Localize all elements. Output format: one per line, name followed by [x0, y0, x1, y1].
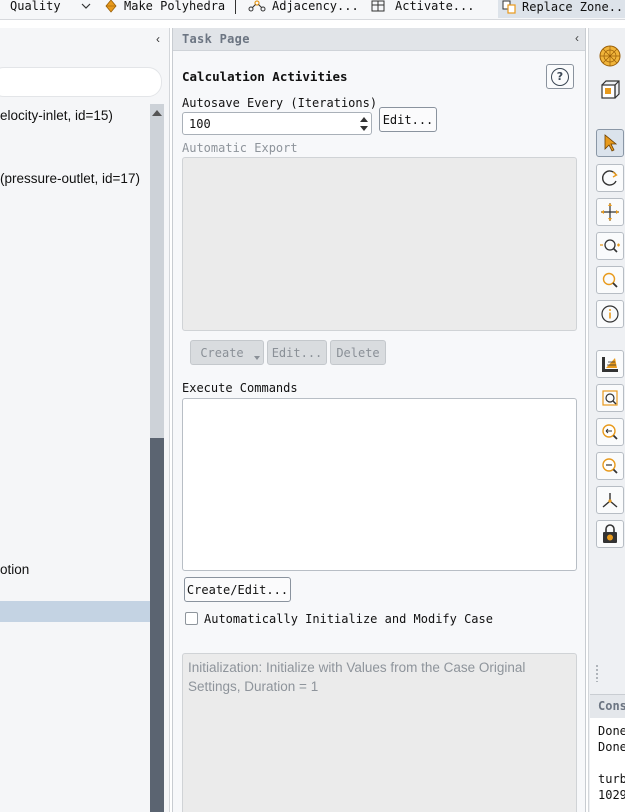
tree-item-pressure-outlet[interactable]: (pressure-outlet, id=17)	[0, 171, 140, 186]
create-label: Create	[200, 345, 244, 360]
zoom-box-icon[interactable]	[596, 384, 624, 412]
scrollbar-thumb[interactable]	[150, 438, 164, 812]
console-line: turb	[598, 772, 625, 786]
autosave-value: 100	[189, 117, 211, 131]
console-line: Done.	[598, 724, 625, 738]
axes-icon[interactable]	[596, 486, 624, 514]
scroll-up-icon[interactable]	[152, 110, 162, 116]
tree-selected-row[interactable]	[0, 601, 150, 622]
autosave-label: Autosave Every (Iterations)	[182, 96, 378, 110]
help-icon: ?	[551, 67, 569, 86]
dropdown-arrow-icon	[254, 356, 260, 360]
help-button[interactable]: ?	[546, 64, 574, 89]
console-output[interactable]: Done. Done. turb 1029	[590, 718, 625, 812]
activate-label: Activate...	[395, 0, 475, 13]
toolbar-separator	[235, 0, 236, 14]
tree-item-motion[interactable]: otion	[0, 562, 29, 577]
quality-dropdown[interactable]: Quality	[10, 0, 91, 16]
lock-icon[interactable]	[596, 520, 624, 548]
top-toolbar: Quality Make Polyhedra Adjacency... Acti…	[0, 0, 625, 20]
info-icon[interactable]	[596, 300, 624, 328]
task-page-header: Task Page ‹	[173, 28, 585, 51]
auto-initialize-checkbox[interactable]	[185, 612, 198, 625]
mesh-sphere-icon[interactable]	[596, 42, 624, 70]
view-box-icon[interactable]	[596, 76, 624, 104]
chevron-down-icon	[81, 3, 91, 9]
auto-initialize-label[interactable]: Automatically Initialize and Modify Case	[204, 612, 493, 626]
make-polyhedra-button[interactable]: Make Polyhedra	[104, 0, 225, 16]
create-edit-commands-button[interactable]: Create/Edit...	[184, 577, 291, 602]
task-page-title: Task Page	[182, 32, 250, 46]
tree-scrollbar[interactable]	[150, 104, 164, 812]
console-line: Done.	[598, 740, 625, 754]
replace-zone-button[interactable]: Replace Zone...	[498, 0, 625, 18]
zoom-prev-icon[interactable]	[596, 418, 624, 446]
autosave-iterations-input[interactable]: 100	[182, 112, 372, 135]
quality-label: Quality	[10, 0, 61, 13]
replace-zone-icon	[502, 0, 516, 14]
create-export-button[interactable]: Create	[190, 340, 264, 365]
automatic-export-list[interactable]	[182, 157, 577, 331]
select-pointer-icon[interactable]	[596, 129, 624, 157]
console-title: Console	[598, 699, 625, 713]
outline-tree-pane	[0, 28, 170, 812]
zoom-out-icon[interactable]	[596, 452, 624, 480]
tree-filter-input[interactable]	[0, 67, 162, 97]
initialization-summary-text: Initialization: Initialize with Values f…	[188, 660, 526, 694]
execute-commands-label: Execute Commands	[182, 381, 298, 395]
spin-up-icon[interactable]	[360, 117, 368, 122]
console-header: Console	[590, 694, 625, 718]
execute-commands-list[interactable]	[182, 398, 577, 571]
edit-export-button[interactable]: Edit...	[267, 340, 327, 365]
section-title: Calculation Activities	[182, 69, 348, 84]
grid-table-icon	[371, 0, 385, 12]
zoom-icon[interactable]	[596, 266, 624, 294]
collapse-left-pane-icon[interactable]: ‹	[156, 32, 160, 46]
adjacency-label: Adjacency...	[272, 0, 359, 13]
adjacency-button[interactable]: Adjacency...	[248, 0, 359, 16]
replace-zone-label: Replace Zone...	[522, 0, 625, 14]
collapse-task-page-icon[interactable]: ‹	[575, 31, 579, 45]
console-line: 1029	[598, 788, 625, 802]
adjacency-icon	[248, 0, 266, 12]
rotate-icon[interactable]	[596, 164, 624, 192]
delete-export-button[interactable]: Delete	[330, 340, 386, 365]
render-icon[interactable]	[596, 350, 624, 378]
drag-grip-icon[interactable]	[595, 664, 599, 682]
tree-item-velocity-inlet[interactable]: elocity-inlet, id=15)	[0, 108, 113, 123]
task-page-panel: Task Page ‹ Calculation Activities ? Aut…	[172, 28, 586, 812]
polyhedra-icon	[105, 0, 117, 13]
activate-button[interactable]: Activate...	[371, 0, 474, 16]
zoom-in-out-icon[interactable]	[596, 232, 624, 260]
initialization-summary-box: Initialization: Initialize with Values f…	[182, 653, 577, 812]
autosave-edit-button[interactable]: Edit...	[379, 107, 437, 132]
automatic-export-label: Automatic Export	[182, 141, 298, 155]
spin-down-icon[interactable]	[360, 126, 368, 131]
make-polyhedra-label: Make Polyhedra	[124, 0, 226, 13]
pan-icon[interactable]	[596, 198, 624, 226]
